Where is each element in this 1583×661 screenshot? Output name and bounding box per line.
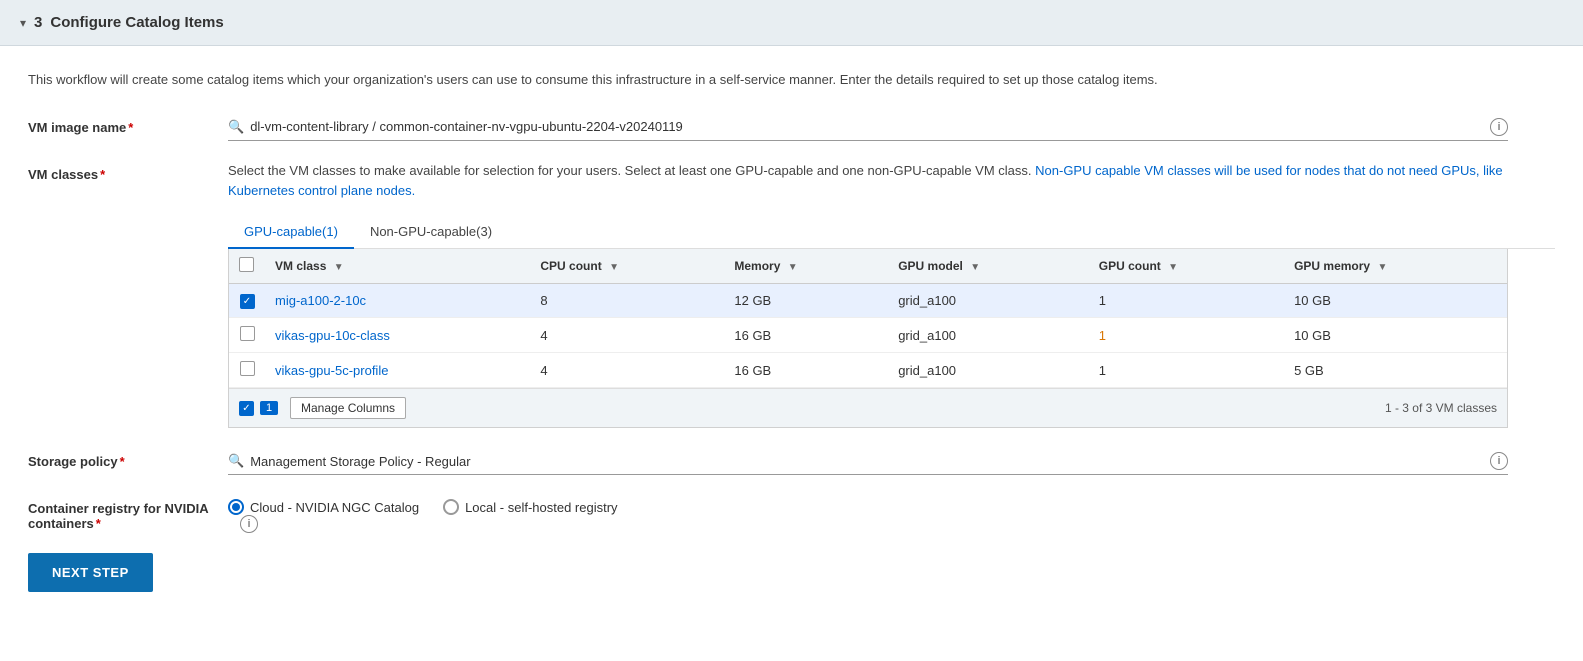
pagination-text: 1 - 3 of 3 VM classes [1385,401,1497,415]
next-step-button[interactable]: NEXT STEP [28,553,153,592]
page-content: This workflow will create some catalog i… [0,46,1583,661]
vm-image-label: VM image name* [28,114,228,135]
vm-image-input-wrapper: 🔍 i [228,114,1508,141]
container-registry-section: Container registry for NVIDIA containers… [28,495,1555,533]
step-number: 3 [34,14,42,31]
manage-columns-button[interactable]: Manage Columns [290,397,406,419]
vm-image-section: VM image name* 🔍 i [28,114,1555,141]
radio-option-local[interactable]: Local - self-hosted registry [443,499,617,515]
th-memory[interactable]: Memory ▼ [724,249,888,284]
row-3-gpu-memory: 5 GB [1284,353,1507,388]
sort-icon-memory: ▼ [788,262,798,273]
row-3-gpu-count: 1 [1089,353,1284,388]
vm-classes-label: VM classes* [28,161,228,182]
storage-policy-section: Storage policy* 🔍 i [28,448,1555,475]
storage-policy-control: 🔍 i [228,448,1555,475]
row-3-cpu-count: 4 [530,353,724,388]
row-2-checkbox[interactable] [240,326,255,341]
row-2-gpu-count: 1 [1089,318,1284,353]
th-vm-class[interactable]: VM class ▼ [265,249,530,284]
row-3-vm-class: vikas-gpu-5c-profile [265,353,530,388]
storage-policy-input-wrapper: 🔍 i [228,448,1508,475]
vm-classes-table-container: VM class ▼ CPU count ▼ Memory ▼ [228,249,1508,428]
required-indicator: * [100,167,105,182]
th-gpu-count[interactable]: GPU count ▼ [1089,249,1284,284]
search-icon: 🔍 [228,453,244,469]
required-indicator: * [128,120,133,135]
info-icon[interactable]: i [1490,452,1508,470]
info-icon[interactable]: i [240,515,258,533]
row-1-vm-class: mig-a100-2-10c [265,284,530,318]
info-icon[interactable]: i [1490,118,1508,136]
vm-classes-content: Select the VM classes to make available … [228,161,1555,429]
page-title: Configure Catalog Items [50,14,223,31]
tab-gpu-capable[interactable]: GPU-capable(1) [228,216,354,249]
vm-classes-table: VM class ▼ CPU count ▼ Memory ▼ [229,249,1507,388]
row-1-cpu-count: 8 [530,284,724,318]
vm-classes-description: Select the VM classes to make available … [228,161,1508,203]
tab-non-gpu-capable[interactable]: Non-GPU-capable(3) [354,216,508,249]
row-2-gpu-model: grid_a100 [888,318,1089,353]
required-indicator: * [120,454,125,469]
row-3-memory: 16 GB [724,353,888,388]
row-2-vm-class: vikas-gpu-10c-class [265,318,530,353]
vm-image-control: 🔍 i [228,114,1555,141]
footer-checkbox[interactable] [239,401,254,416]
sort-icon-cpu: ▼ [609,262,619,273]
row-checkbox-cell[interactable] [229,284,265,318]
container-registry-control: Cloud - NVIDIA NGC Catalog Local - self-… [228,495,1555,533]
row-3-vm-class-link[interactable]: vikas-gpu-5c-profile [275,363,388,378]
table-row[interactable]: vikas-gpu-5c-profile 4 16 GB grid_a100 1… [229,353,1507,388]
row-2-memory: 16 GB [724,318,888,353]
storage-policy-input[interactable] [250,454,1476,469]
radio-cloud-label: Cloud - NVIDIA NGC Catalog [250,500,419,515]
th-cpu-count[interactable]: CPU count ▼ [530,249,724,284]
vm-classes-tabs: GPU-capable(1) Non-GPU-capable(3) [228,216,1555,249]
vm-classes-section: VM classes* Select the VM classes to mak… [28,161,1555,429]
th-select-all[interactable] [229,249,265,284]
sort-icon-gpu-count: ▼ [1168,262,1178,273]
vm-image-input[interactable] [250,119,1476,134]
sort-icon-gpu-model: ▼ [970,262,980,273]
page-container: ▾ 3 Configure Catalog Items This workflo… [0,0,1583,661]
container-registry-label: Container registry for NVIDIA containers… [28,495,228,531]
page-description: This workflow will create some catalog i… [28,70,1328,90]
table-row[interactable]: mig-a100-2-10c 8 12 GB grid_a100 1 10 GB [229,284,1507,318]
table-row[interactable]: vikas-gpu-10c-class 4 16 GB grid_a100 1 … [229,318,1507,353]
radio-group: Cloud - NVIDIA NGC Catalog Local - self-… [228,495,1555,515]
row-checkbox-cell[interactable] [229,318,265,353]
chevron-down-icon: ▾ [20,16,26,30]
radio-option-cloud[interactable]: Cloud - NVIDIA NGC Catalog [228,499,419,515]
radio-local-label: Local - self-hosted registry [465,500,617,515]
th-gpu-model[interactable]: GPU model ▼ [888,249,1089,284]
row-3-checkbox[interactable] [240,361,255,376]
page-header: ▾ 3 Configure Catalog Items [0,0,1583,46]
search-icon: 🔍 [228,119,244,135]
sort-icon-gpu-memory: ▼ [1377,262,1387,273]
row-2-gpu-memory: 10 GB [1284,318,1507,353]
required-indicator: * [96,516,101,531]
radio-cloud-indicator[interactable] [228,499,244,515]
row-2-vm-class-link[interactable]: vikas-gpu-10c-class [275,328,390,343]
sort-icon-vm-class: ▼ [334,262,344,273]
row-1-vm-class-link[interactable]: mig-a100-2-10c [275,293,366,308]
row-1-gpu-memory: 10 GB [1284,284,1507,318]
footer-checkbox-area: 1 [239,401,278,416]
select-all-checkbox[interactable] [239,257,254,272]
table-footer: 1 Manage Columns 1 - 3 of 3 VM classes [229,388,1507,427]
next-step-area: NEXT STEP [28,553,1555,592]
storage-policy-label: Storage policy* [28,448,228,469]
th-gpu-memory[interactable]: GPU memory ▼ [1284,249,1507,284]
row-checkbox-cell[interactable] [229,353,265,388]
table-header-row: VM class ▼ CPU count ▼ Memory ▼ [229,249,1507,284]
row-1-checkbox[interactable] [240,294,255,309]
row-1-memory: 12 GB [724,284,888,318]
row-1-gpu-count: 1 [1089,284,1284,318]
row-2-cpu-count: 4 [530,318,724,353]
selected-count-badge: 1 [260,401,278,415]
radio-local-indicator[interactable] [443,499,459,515]
row-1-gpu-model: grid_a100 [888,284,1089,318]
row-3-gpu-model: grid_a100 [888,353,1089,388]
